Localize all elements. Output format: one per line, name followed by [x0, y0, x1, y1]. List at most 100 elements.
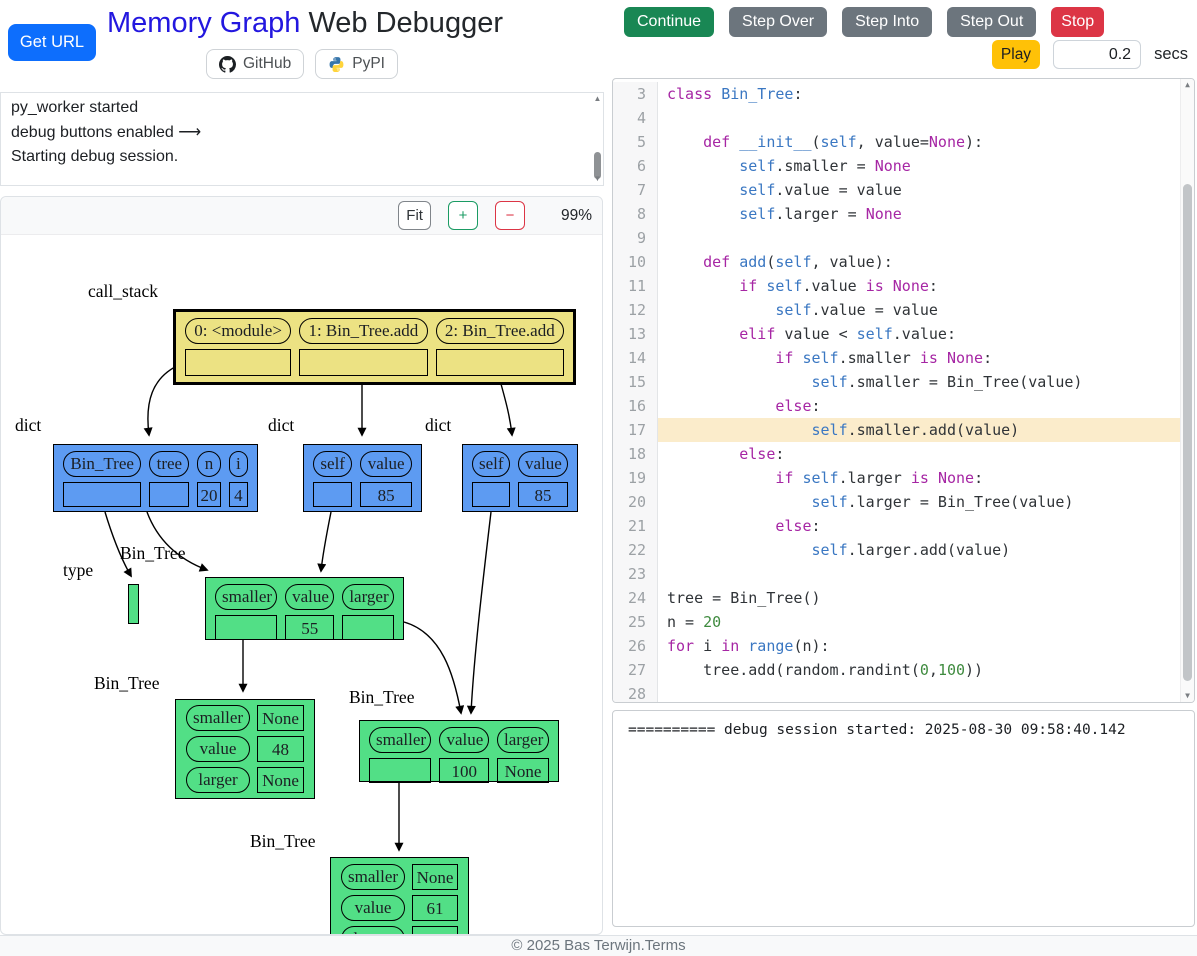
bintree-node-61: smallerNonevalue61largerNone [330, 857, 469, 934]
code-line-3[interactable]: 3class Bin_Tree: [613, 82, 1181, 106]
fit-button[interactable]: Fit [398, 201, 431, 230]
key-pill: smaller [341, 864, 405, 890]
step-out-button[interactable]: Step Out [947, 7, 1036, 37]
key-pill: value [518, 451, 568, 477]
code-text [658, 106, 1181, 130]
value-cell: None [497, 758, 549, 783]
value-cell: 100 [439, 758, 489, 783]
ref-cell [63, 482, 141, 507]
node-column: smaller [215, 584, 277, 633]
code-line-5[interactable]: 5 def __init__(self, value=None): [613, 130, 1181, 154]
key-pill: smaller [215, 584, 277, 610]
value-cell: 4 [229, 482, 248, 507]
stop-button[interactable]: Stop [1051, 7, 1104, 37]
code-line-18[interactable]: 18 else: [613, 442, 1181, 466]
code-line-8[interactable]: 8 self.larger = None [613, 202, 1181, 226]
line-number: 13 [613, 322, 658, 346]
code-line-26[interactable]: 26for i in range(n): [613, 634, 1181, 658]
line-number: 19 [613, 466, 658, 490]
step-over-button[interactable]: Step Over [729, 7, 827, 37]
line-number: 10 [613, 250, 658, 274]
ref-cell [436, 349, 564, 376]
scroll-up-icon[interactable]: ▲ [592, 94, 603, 104]
code-text: if self.larger is None: [658, 466, 1181, 490]
code-line-15[interactable]: 15 self.smaller = Bin_Tree(value) [613, 370, 1181, 394]
editor-scrollbar[interactable]: ▲ ▼ [1180, 79, 1194, 702]
ref-cell [299, 349, 427, 376]
code-line-12[interactable]: 12 self.value = value [613, 298, 1181, 322]
code-text: self.value = value [658, 178, 1181, 202]
code-text: tree.add(random.randint(0,100)) [658, 658, 1181, 682]
scroll-down-icon[interactable]: ▼ [592, 174, 603, 184]
scroll-down-icon[interactable]: ▼ [1181, 690, 1194, 702]
code-line-7[interactable]: 7 self.value = value [613, 178, 1181, 202]
value-cell: 85 [518, 482, 568, 507]
key-pill: larger [341, 926, 405, 934]
code-line-14[interactable]: 14 if self.smaller is None: [613, 346, 1181, 370]
graph-panel: Fit + − 99% call_stackdictdictdictBin_Tr… [0, 196, 603, 935]
code-line-17[interactable]: 17 self.smaller.add(value) [613, 418, 1181, 442]
code-line-23[interactable]: 23 [613, 562, 1181, 586]
copyright-text: © 2025 Bas Terwijn. [511, 937, 644, 954]
line-number: 14 [613, 346, 658, 370]
line-number: 26 [613, 634, 658, 658]
ref-cell [313, 482, 352, 507]
code-line-19[interactable]: 19 if self.larger is None: [613, 466, 1181, 490]
value-cell: 20 [197, 482, 220, 507]
code-editor[interactable]: 3class Bin_Tree:45 def __init__(self, va… [612, 78, 1195, 703]
node-column: largerNone [497, 727, 549, 775]
code-line-27[interactable]: 27 tree.add(random.randint(0,100)) [613, 658, 1181, 682]
play-button[interactable]: Play [992, 40, 1040, 69]
zoom-level: 99% [561, 207, 592, 225]
node-column: value55 [285, 584, 334, 633]
key-pill: value [439, 727, 489, 753]
code-text [658, 226, 1181, 250]
type-node [128, 584, 139, 624]
code-line-11[interactable]: 11 if self.value is None: [613, 274, 1181, 298]
node-column: tree [149, 451, 189, 505]
code-line-4[interactable]: 4 [613, 106, 1181, 130]
zoom-in-button[interactable]: + [448, 201, 478, 230]
scroll-up-icon[interactable]: ▲ [1181, 79, 1194, 91]
editor-scrollbar-thumb[interactable] [1183, 184, 1192, 681]
code-line-13[interactable]: 13 elif value < self.value: [613, 322, 1181, 346]
key-pill: 1: Bin_Tree.add [299, 318, 427, 344]
code-line-20[interactable]: 20 self.larger = Bin_Tree(value) [613, 490, 1181, 514]
delay-input[interactable] [1053, 40, 1141, 69]
log-scrollbar[interactable]: ▲ ▼ [592, 94, 603, 184]
graph-arrow-9 [471, 512, 491, 713]
step-into-button[interactable]: Step Into [842, 7, 932, 37]
line-number: 9 [613, 226, 658, 250]
continue-button[interactable]: Continue [624, 7, 714, 37]
terms-link[interactable]: Terms [645, 937, 686, 954]
code-line-25[interactable]: 25n = 20 [613, 610, 1181, 634]
line-number: 25 [613, 610, 658, 634]
key-pill: self [313, 451, 352, 477]
code-line-6[interactable]: 6 self.smaller = None [613, 154, 1181, 178]
code-line-22[interactable]: 22 self.larger.add(value) [613, 538, 1181, 562]
graph-label-Bin_Tree: Bin_Tree [349, 687, 414, 708]
pypi-button-label: PyPI [352, 55, 385, 73]
node-column: n20 [197, 451, 220, 505]
zoom-out-button[interactable]: − [495, 201, 525, 230]
line-number: 22 [613, 538, 658, 562]
dict-node-frame2: selfvalue85 [462, 444, 578, 512]
code-line-9[interactable]: 9 [613, 226, 1181, 250]
code-line-10[interactable]: 10 def add(self, value): [613, 250, 1181, 274]
pypi-button[interactable]: PyPI [315, 49, 398, 79]
memory-graph-canvas[interactable]: call_stackdictdictdictBin_TreetypeBin_Tr… [1, 235, 602, 934]
node-column: value85 [360, 451, 412, 505]
code-line-28[interactable]: 28 [613, 682, 1181, 703]
page-title: Memory Graph Web Debugger [90, 7, 520, 40]
github-button[interactable]: GitHub [206, 49, 304, 79]
code-line-21[interactable]: 21 else: [613, 514, 1181, 538]
code-line-16[interactable]: 16 else: [613, 394, 1181, 418]
code-text: self.smaller = Bin_Tree(value) [658, 370, 1181, 394]
code-text: self.larger = Bin_Tree(value) [658, 490, 1181, 514]
value-cell: None [257, 767, 304, 793]
key-pill: value [341, 895, 405, 921]
code-line-24[interactable]: 24tree = Bin_Tree() [613, 586, 1181, 610]
node-column: i4 [229, 451, 248, 505]
key-pill: tree [149, 451, 189, 477]
graph-label-dict: dict [268, 415, 294, 436]
